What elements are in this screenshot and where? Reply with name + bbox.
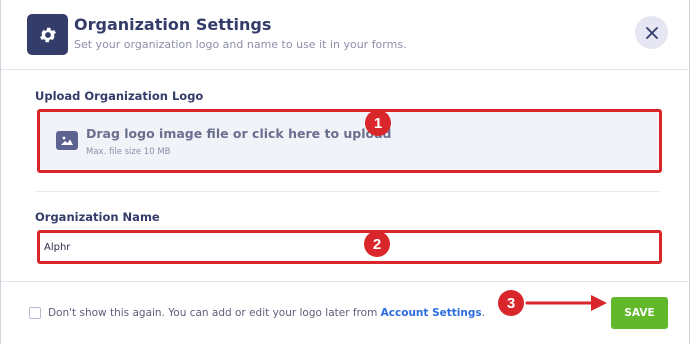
modal-subtitle: Set your organization logo and name to u… [74,38,407,51]
footer-message: Don't show this again. You can add or ed… [48,307,485,319]
logo-section-label: Upload Organization Logo [35,89,204,103]
organization-name-input[interactable] [37,230,662,264]
footer-text: Don't show this again. You can add or ed… [48,307,381,319]
gear-icon [27,14,68,55]
annotation-arrow [525,295,607,311]
annotation-badge-1: 1 [365,110,391,136]
upload-size-hint: Max. file size 10 MB [86,147,171,157]
annotation-badge-2: 2 [364,231,390,257]
modal-header: Organization Settings Set your organizat… [1,0,689,70]
account-settings-link[interactable]: Account Settings [381,307,482,319]
close-button[interactable] [635,16,668,49]
save-button[interactable]: SAVE [611,297,668,329]
section-divider [35,191,660,192]
modal-title: Organization Settings [74,15,272,34]
name-section-label: Organization Name [35,210,160,224]
upload-instructions: Drag logo image file or click here to up… [86,126,392,141]
close-icon [645,26,658,39]
annotation-badge-3: 3 [498,290,524,316]
footer-suffix: . [481,307,485,319]
image-icon [56,131,78,150]
dont-show-again-checkbox[interactable] [29,307,41,319]
logo-upload-dropzone[interactable]: Drag logo image file or click here to up… [37,109,662,173]
